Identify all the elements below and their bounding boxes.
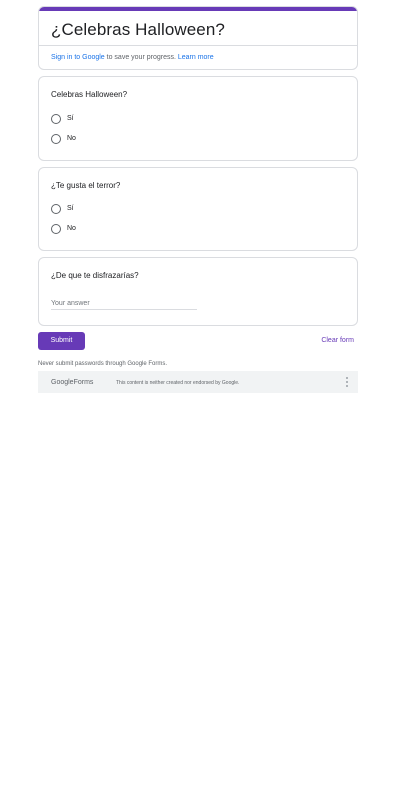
disclaimer-text: This content is neither created nor endo…	[116, 380, 240, 386]
option-label: Sí	[67, 205, 74, 212]
logo-google-text: Google	[51, 379, 74, 386]
radio-button[interactable]	[51, 204, 61, 214]
google-forms-logo[interactable]: GoogleForms	[51, 378, 93, 387]
clear-form-button[interactable]: Clear form	[321, 332, 354, 350]
footer-bar: GoogleForms This content is neither crea…	[38, 371, 358, 393]
form-actions: Submit Clear form	[38, 332, 358, 350]
question-title: Celebras Halloween?	[51, 90, 128, 99]
password-warning: Never submit passwords through Google Fo…	[38, 361, 168, 367]
question-card-celebrate: Celebras Halloween? Sí No	[38, 76, 358, 161]
sign-in-link[interactable]: Sign in to Google	[51, 54, 105, 61]
radio-button[interactable]	[51, 224, 61, 234]
radio-button[interactable]	[51, 114, 61, 124]
question-title: ¿De que te disfrazarías?	[51, 271, 139, 280]
learn-more-link[interactable]: Learn more	[178, 54, 214, 61]
radio-option-si[interactable]: Sí	[51, 114, 74, 124]
logo-forms-text: Forms	[73, 379, 94, 386]
submit-button[interactable]: Submit	[38, 332, 85, 350]
option-label: No	[67, 135, 76, 142]
form-header-card: ¿Celebras Halloween? Sign in to Google t…	[38, 6, 358, 70]
radio-option-no[interactable]: No	[51, 224, 76, 234]
question-card-terror: ¿Te gusta el terror? Sí No	[38, 167, 358, 251]
option-label: No	[67, 225, 76, 232]
radio-button[interactable]	[51, 134, 61, 144]
form-container: ¿Celebras Halloween? Sign in to Google t…	[38, 0, 358, 393]
radio-option-no[interactable]: No	[51, 134, 76, 144]
form-title: ¿Celebras Halloween?	[51, 20, 225, 39]
radio-option-si[interactable]: Sí	[51, 204, 74, 214]
question-title: ¿Te gusta el terror?	[51, 181, 121, 190]
answer-input[interactable]	[51, 297, 197, 310]
more-vert-icon[interactable]	[345, 377, 349, 387]
question-card-costume: ¿De que te disfrazarías?	[38, 257, 358, 326]
option-label: Sí	[67, 115, 74, 122]
header-accent-bar	[39, 7, 357, 11]
header-divider	[39, 45, 357, 46]
signin-notice: Sign in to Google to save your progress.…	[51, 53, 214, 63]
signin-text: to save your progress.	[104, 54, 178, 61]
